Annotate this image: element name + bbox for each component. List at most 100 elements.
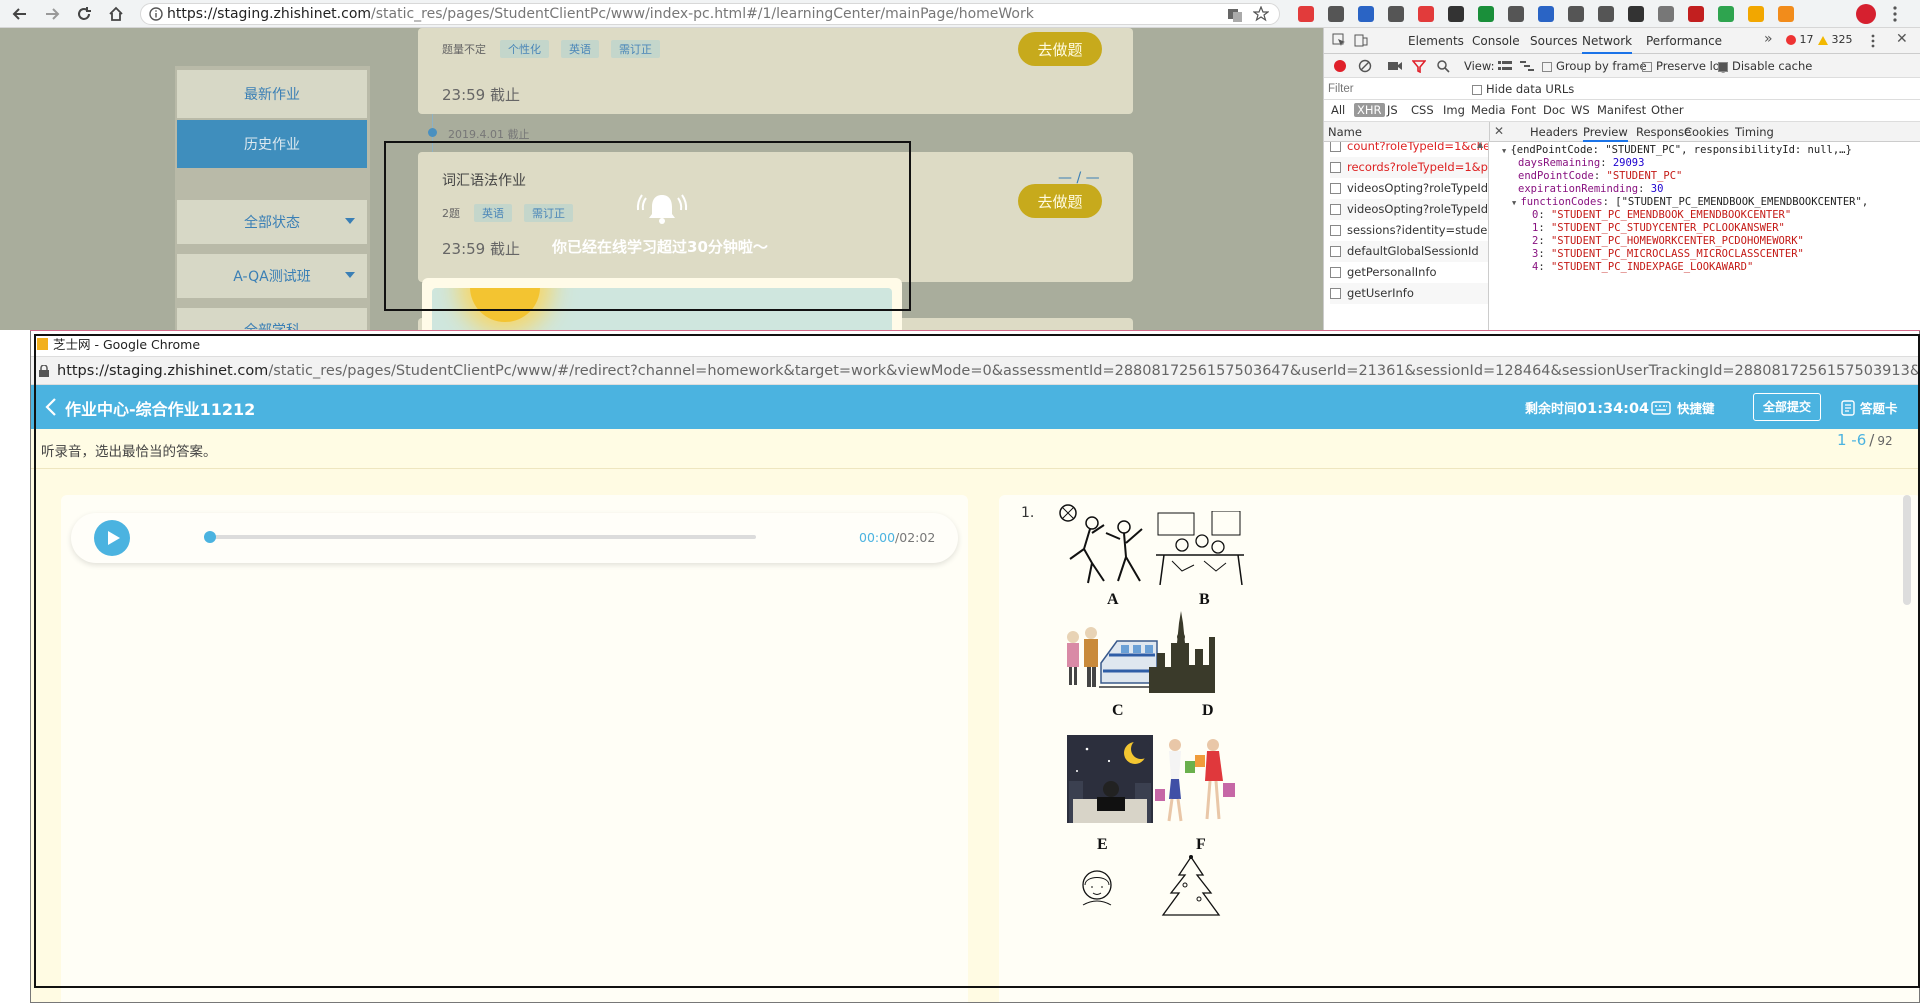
filter-icon[interactable] <box>1412 59 1426 73</box>
devtools-menu-icon[interactable] <box>1871 34 1875 48</box>
browser-toolbar: https://staging.zhishinet.com/static_res… <box>0 0 1920 28</box>
extension-icon[interactable] <box>1418 6 1434 22</box>
search-icon[interactable] <box>1436 59 1450 73</box>
tab-performance[interactable]: Performance <box>1646 28 1722 54</box>
warning-count[interactable]: 325 <box>1818 33 1853 46</box>
type-filter-ws[interactable]: WS <box>1568 103 1593 117</box>
home-icon[interactable] <box>106 4 126 24</box>
type-filter-all[interactable]: All <box>1328 103 1348 117</box>
menu-latest-homework[interactable]: 最新作业 <box>177 70 367 118</box>
extension-icon[interactable] <box>1298 6 1314 22</box>
extension-icon[interactable] <box>1748 6 1764 22</box>
tab-console[interactable]: Console <box>1472 28 1520 54</box>
more-tabs-icon[interactable]: » <box>1764 31 1773 47</box>
scroll-up-icon[interactable]: ▲ <box>1477 140 1483 149</box>
hide-data-urls-checkbox[interactable]: Hide data URLs <box>1472 82 1574 96</box>
inspect-icon[interactable] <box>1332 33 1346 47</box>
preserve-log-checkbox[interactable]: Preserve log <box>1642 59 1727 73</box>
back-icon[interactable] <box>10 4 30 24</box>
preview-value: "STUDENT_PC_HOMEWORKCENTER_PCDOHOMEWORK" <box>1550 235 1804 247</box>
device-toggle-icon[interactable] <box>1354 33 1368 47</box>
extension-icon[interactable] <box>1538 6 1554 22</box>
request-row[interactable]: videosOpting?roleTypeId=1&s... <box>1330 178 1488 199</box>
url-path: /static_res/pages/StudentClientPc/www/in… <box>371 6 1034 22</box>
url-base: https://staging.zhishinet.com <box>167 6 372 22</box>
detail-tab-timing[interactable]: Timing <box>1735 125 1774 139</box>
go-do-button[interactable]: 去做题 <box>1018 184 1102 218</box>
group-by-frame-checkbox[interactable]: Group by frame <box>1542 59 1647 73</box>
profile-avatar[interactable] <box>1856 4 1876 24</box>
timeline-dot <box>428 128 437 137</box>
extension-icon[interactable] <box>1388 6 1404 22</box>
extension-icon[interactable] <box>1358 6 1374 22</box>
filter-subject[interactable]: 全部学科 <box>177 308 367 330</box>
request-row[interactable]: videosOpting?roleTypeId=1&s... <box>1330 199 1488 220</box>
waterfall-icon[interactable] <box>1520 60 1534 72</box>
go-do-button[interactable]: 去做题 <box>1018 32 1102 66</box>
clear-icon[interactable] <box>1358 59 1372 73</box>
extension-icon[interactable] <box>1718 6 1734 22</box>
filter-class[interactable]: A-QA测试班 <box>177 254 367 298</box>
error-count[interactable]: 17 <box>1786 33 1814 46</box>
type-filter-media[interactable]: Media <box>1468 103 1509 117</box>
extension-icon[interactable] <box>1448 6 1464 22</box>
request-row[interactable]: sessions?identity=student <box>1330 220 1488 241</box>
request-checkbox[interactable] <box>1330 204 1341 215</box>
request-checkbox[interactable] <box>1330 183 1341 194</box>
detail-tab-preview[interactable]: Preview <box>1583 125 1628 142</box>
disable-cache-checkbox[interactable]: Disable cache <box>1718 59 1812 73</box>
forward-icon[interactable] <box>42 4 62 24</box>
capture-screenshots-icon[interactable] <box>1388 60 1402 72</box>
detail-tab-cookies[interactable]: Cookies <box>1684 125 1729 139</box>
tab-elements[interactable]: Elements <box>1408 28 1464 54</box>
info-icon[interactable] <box>149 7 163 21</box>
request-checkbox[interactable] <box>1330 142 1341 152</box>
detail-tab-headers[interactable]: Headers <box>1530 125 1578 139</box>
extension-icon[interactable] <box>1508 6 1524 22</box>
request-checkbox[interactable] <box>1330 225 1341 236</box>
error-count-text: 17 <box>1799 33 1814 46</box>
request-checkbox[interactable] <box>1330 267 1341 278</box>
request-checkbox[interactable] <box>1330 288 1341 299</box>
request-row[interactable]: getUserInfo <box>1330 283 1488 304</box>
reload-icon[interactable] <box>74 4 94 24</box>
filter-input[interactable] <box>1328 80 1458 98</box>
request-checkbox[interactable] <box>1330 246 1341 257</box>
extension-icon[interactable] <box>1328 6 1344 22</box>
extension-icon[interactable] <box>1628 6 1644 22</box>
type-filter-manifest[interactable]: Manifest <box>1594 103 1649 117</box>
star-icon[interactable] <box>1253 6 1269 22</box>
filter-all-status[interactable]: 全部状态 <box>177 200 367 244</box>
request-row[interactable]: records?roleTypeId=1&pageN... <box>1330 157 1488 178</box>
type-filter-other[interactable]: Other <box>1648 103 1687 117</box>
detail-tab-response[interactable]: Response <box>1636 125 1691 139</box>
name-column-header[interactable]: Name <box>1328 125 1362 139</box>
menu-history-homework[interactable]: 历史作业 <box>177 120 367 168</box>
request-row[interactable]: count?roleTypeId=1&clientTy... <box>1330 142 1488 157</box>
tab-sources[interactable]: Sources <box>1530 28 1577 54</box>
extension-icon[interactable] <box>1658 6 1674 22</box>
extension-icon[interactable] <box>1778 6 1794 22</box>
translate-icon[interactable] <box>1227 7 1243 23</box>
type-filter-css[interactable]: CSS <box>1408 103 1437 117</box>
request-checkbox[interactable] <box>1330 162 1341 173</box>
request-row[interactable]: getPersonalInfo <box>1330 262 1488 283</box>
type-filter-doc[interactable]: Doc <box>1540 103 1568 117</box>
network-toolbar: View: Group by frame Preserve log Disabl… <box>1324 54 1920 78</box>
type-filter-font[interactable]: Font <box>1508 103 1539 117</box>
close-detail-icon[interactable]: ✕ <box>1494 124 1504 138</box>
extension-icon[interactable] <box>1478 6 1494 22</box>
menu-icon[interactable] <box>1892 6 1898 22</box>
address-bar[interactable]: https://staging.zhishinet.com/static_res… <box>140 3 1280 25</box>
extension-icon[interactable] <box>1598 6 1614 22</box>
type-filter-img[interactable]: Img <box>1440 103 1468 117</box>
extension-icon[interactable] <box>1688 6 1704 22</box>
type-filter-xhr[interactable]: XHR <box>1354 103 1385 117</box>
record-icon[interactable] <box>1334 60 1346 72</box>
type-filter-js[interactable]: JS <box>1384 103 1401 117</box>
request-row[interactable]: defaultGlobalSessionId <box>1330 241 1488 262</box>
close-icon[interactable]: ✕ <box>1896 31 1908 47</box>
tab-network[interactable]: Network <box>1582 28 1633 54</box>
large-rows-icon[interactable] <box>1498 60 1512 72</box>
extension-icon[interactable] <box>1568 6 1584 22</box>
